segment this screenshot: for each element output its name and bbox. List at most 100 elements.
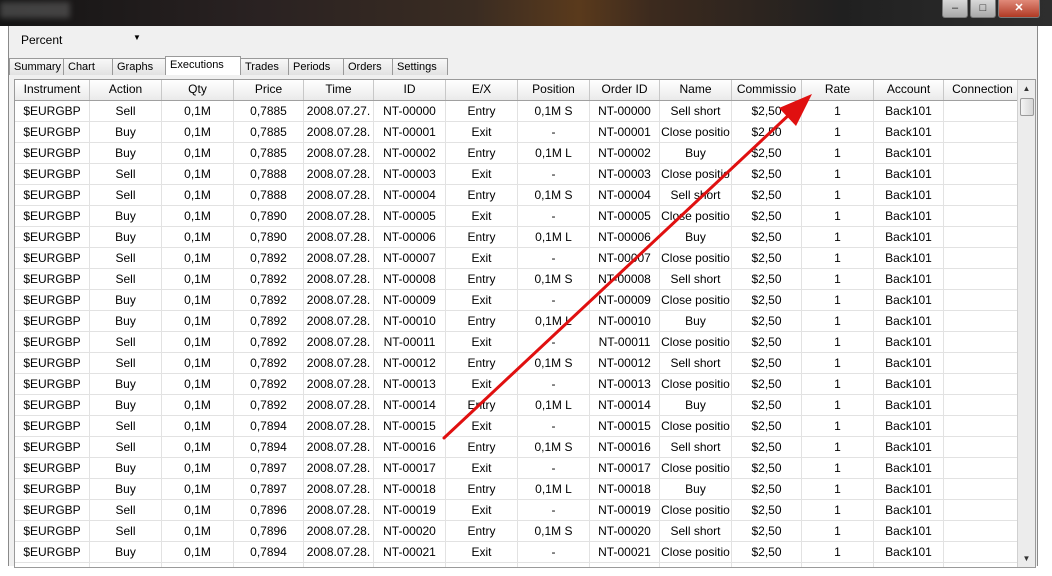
table-cell: Back101 xyxy=(874,248,944,268)
scroll-down-icon[interactable]: ▼ xyxy=(1018,550,1035,567)
table-row[interactable]: $EURGBP Sell 0,1M 0,7892 2008.07.28. NT-00008… xyxy=(15,269,1035,290)
table-cell: Sell xyxy=(90,353,162,373)
column-header[interactable]: Time xyxy=(304,80,374,100)
table-cell: NT-00020 xyxy=(374,521,446,541)
column-header[interactable]: Price xyxy=(234,80,304,100)
table-cell: 0,1M S xyxy=(518,353,590,373)
table-row[interactable]: $EURGBP Buy 0,1M 0,7890 2008.07.28. NT-00006 E… xyxy=(15,227,1035,248)
table-row[interactable]: $EURGBP Sell 0,1M 0,7885 2008.07.27. NT-00000… xyxy=(15,101,1035,122)
column-header[interactable]: Position xyxy=(518,80,590,100)
table-row[interactable]: $EURGBP Sell 0,1M 0,7896 2008.07.28. NT-00019… xyxy=(15,500,1035,521)
table-row[interactable]: $EURGBP Sell 0,1M 0,7892 2008.07.28. NT-00007… xyxy=(15,248,1035,269)
table-cell: Back101 xyxy=(874,122,944,142)
table-cell: NT-00014 xyxy=(590,395,660,415)
table-cell: $2,50 xyxy=(732,332,802,352)
table-cell: $EURGBP xyxy=(15,185,90,205)
table-cell: 0,1M xyxy=(162,185,234,205)
table-cell: 0,7885 xyxy=(234,143,304,163)
tab-periods[interactable]: Periods xyxy=(288,58,344,75)
column-header[interactable]: Qty xyxy=(162,80,234,100)
table-cell: 0,1M L xyxy=(518,143,590,163)
table-cell: NT-00006 xyxy=(590,227,660,247)
tab-graphs[interactable]: Graphs xyxy=(112,58,166,75)
table-cell: Back101 xyxy=(874,143,944,163)
table-row[interactable]: $EURGBP Sell 0,1M 0,7892 2008.07.28. NT-00012… xyxy=(15,353,1035,374)
table-row[interactable]: $EURGBP Sell 0,1M 0,7894 2008.07.28. NT-00016… xyxy=(15,437,1035,458)
column-header[interactable]: Action xyxy=(90,80,162,100)
table-row[interactable]: $EURGBP Buy 0,1M 0,7885 2008.07.28. NT-00001 E… xyxy=(15,122,1035,143)
table-cell xyxy=(944,437,1022,457)
table-cell xyxy=(944,500,1022,520)
table-row[interactable]: $EURGBP Buy 0,1M 0,7897 2008.07.28. NT-00018 E… xyxy=(15,479,1035,500)
table-row[interactable]: $EURGBP Buy 0,1M 0,7892 2008.07.28. NT-00014 E… xyxy=(15,395,1035,416)
tab-chart[interactable]: Chart xyxy=(63,58,113,75)
table-row[interactable]: $EURGBP Sell 0,1M 0,7894 2008.07.28. NT-00015… xyxy=(15,416,1035,437)
table-cell: $EURGBP xyxy=(15,479,90,499)
column-header[interactable]: ID xyxy=(374,80,446,100)
close-icon[interactable]: ✕ xyxy=(998,0,1040,18)
table-cell: Buy xyxy=(90,290,162,310)
table-row[interactable]: $EURGBP Sell 0,1M 0,7888 2008.07.28. NT-00004… xyxy=(15,185,1035,206)
tab-orders[interactable]: Orders xyxy=(343,58,393,75)
column-header[interactable]: Order ID xyxy=(590,80,660,100)
table-row[interactable]: $EURGBP Buy 0,1M 0,7890 2008.07.28. NT-00005 E… xyxy=(15,206,1035,227)
table-cell: NT-00006 xyxy=(374,227,446,247)
column-header[interactable]: Commissio xyxy=(732,80,802,100)
table-row[interactable]: $EURGBP Buy 0,1M 0,7897 2008.07.28. NT-00017 E… xyxy=(15,458,1035,479)
tab-summary[interactable]: Summary xyxy=(9,58,64,75)
table-cell: Back101 xyxy=(874,269,944,289)
table-cell: 1 xyxy=(802,227,874,247)
table-row[interactable]: $EURGBP Sell 0,1M 0,7892 2008.07.28. NT-00011… xyxy=(15,332,1035,353)
table-cell: $2,50 xyxy=(732,248,802,268)
table-cell xyxy=(944,269,1022,289)
column-header[interactable]: Instrument xyxy=(15,80,90,100)
table-cell xyxy=(944,521,1022,541)
table-cell: Back101 xyxy=(874,311,944,331)
table-cell: - xyxy=(518,164,590,184)
table-cell: 2008.07.28. xyxy=(304,437,374,457)
vertical-scrollbar[interactable]: ▲ ▼ xyxy=(1017,80,1035,567)
minimize-icon[interactable]: – xyxy=(942,0,968,18)
table-row[interactable]: $EURGBP0,1M0,78942008.07.28.NT-00022Entr… xyxy=(15,563,1035,567)
table-cell: 1 xyxy=(802,206,874,226)
column-header[interactable]: E/X xyxy=(446,80,518,100)
table-cell: $2,50 xyxy=(732,290,802,310)
table-cell: 0,7885 xyxy=(234,122,304,142)
table-row[interactable]: $EURGBP Buy 0,1M 0,7892 2008.07.28. NT-00013 E… xyxy=(15,374,1035,395)
table-row[interactable]: $EURGBP Buy 0,1M 0,7892 2008.07.28. NT-00009 E… xyxy=(15,290,1035,311)
column-header[interactable]: Account xyxy=(874,80,944,100)
table-cell: Back101 xyxy=(874,353,944,373)
table-cell: 1 xyxy=(802,311,874,331)
table-cell: Back101 xyxy=(874,542,944,562)
table-cell xyxy=(944,290,1022,310)
table-cell: $EURGBP xyxy=(15,122,90,142)
table-cell: 2008.07.28. xyxy=(304,500,374,520)
tab-settings[interactable]: Settings xyxy=(392,58,448,75)
table-cell: Sell xyxy=(90,521,162,541)
table-cell: Back101 xyxy=(874,521,944,541)
table-cell: Back101 xyxy=(874,164,944,184)
table-cell: NT-00000 xyxy=(590,101,660,121)
maximize-icon[interactable]: □ xyxy=(970,0,996,18)
column-header[interactable]: Connection xyxy=(944,80,1022,100)
column-header[interactable]: Rate xyxy=(802,80,874,100)
table-row[interactable]: $EURGBP Buy 0,1M 0,7885 2008.07.28. NT-00002 E… xyxy=(15,143,1035,164)
scroll-thumb[interactable] xyxy=(1020,98,1034,116)
scroll-up-icon[interactable]: ▲ xyxy=(1018,80,1035,97)
tab-executions[interactable]: Executions xyxy=(165,56,241,75)
column-header[interactable]: Name xyxy=(660,80,732,100)
tab-trades[interactable]: Trades xyxy=(240,58,289,75)
table-row[interactable]: $EURGBP Buy 0,1M 0,7894 2008.07.28. NT-00021 E… xyxy=(15,542,1035,563)
table-cell: NT-00021 xyxy=(590,542,660,562)
table-row[interactable]: $EURGBP Sell 0,1M 0,7888 2008.07.28. NT-00003… xyxy=(15,164,1035,185)
display-unit-dropdown[interactable]: Percent ▼ xyxy=(17,31,141,49)
table-cell: 0,1M xyxy=(162,227,234,247)
chevron-down-icon[interactable]: ▼ xyxy=(133,33,141,42)
table-row[interactable]: $EURGBP Sell 0,1M 0,7896 2008.07.28. NT-00020… xyxy=(15,521,1035,542)
table-cell: NT-00009 xyxy=(590,290,660,310)
table-cell xyxy=(944,374,1022,394)
table-cell: NT-00018 xyxy=(374,479,446,499)
table-cell: NT-00022 xyxy=(374,563,446,567)
table-cell: Entry xyxy=(446,563,518,567)
table-row[interactable]: $EURGBP Buy 0,1M 0,7892 2008.07.28. NT-00010 E… xyxy=(15,311,1035,332)
